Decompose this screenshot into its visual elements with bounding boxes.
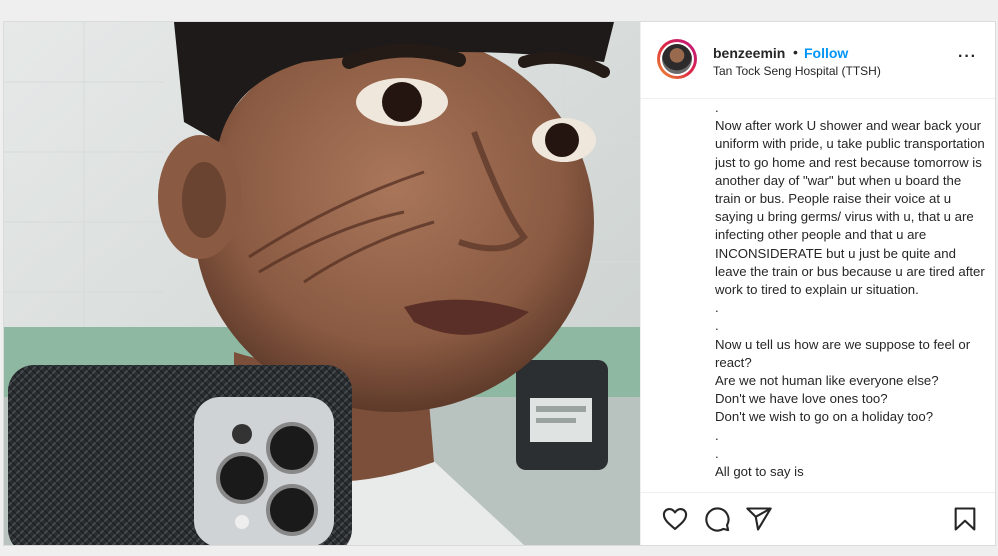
- post-sidebar: benzeemin • Follow Tan Tock Seng Hospita…: [640, 22, 995, 545]
- more-options-icon[interactable]: ···: [958, 48, 977, 66]
- instagram-post: benzeemin • Follow Tan Tock Seng Hospita…: [3, 21, 996, 546]
- post-caption: . Now after work U shower and wear back …: [715, 99, 987, 489]
- caption-paragraph: Now after work U shower and wear back yo…: [715, 118, 985, 298]
- follow-button[interactable]: Follow: [804, 45, 848, 61]
- username-link[interactable]: benzeemin: [713, 45, 785, 61]
- avatar[interactable]: [657, 39, 697, 79]
- action-bar: [641, 492, 995, 545]
- bookmark-icon[interactable]: [951, 505, 979, 533]
- caption-paragraph: All got to say is: [715, 464, 804, 480]
- caption-paragraph: Now u tell us how are we suppose to feel…: [715, 336, 971, 425]
- comment-icon[interactable]: [703, 505, 731, 533]
- caption-paragraph: .: [715, 300, 719, 316]
- location-link[interactable]: Tan Tock Seng Hospital (TTSH): [713, 64, 881, 78]
- caption-paragraph: .: [715, 100, 719, 115]
- caption-paragraph: .: [715, 318, 719, 334]
- separator-dot: •: [793, 44, 798, 60]
- caption-paragraph: .: [715, 427, 719, 443]
- heart-icon[interactable]: [661, 505, 689, 533]
- caption-paragraph: .: [715, 445, 719, 461]
- post-header: benzeemin • Follow Tan Tock Seng Hospita…: [641, 22, 995, 99]
- post-photo[interactable]: [4, 22, 640, 545]
- profile-picture: [662, 44, 692, 74]
- share-icon[interactable]: [745, 505, 773, 533]
- selfie-image: [4, 22, 640, 545]
